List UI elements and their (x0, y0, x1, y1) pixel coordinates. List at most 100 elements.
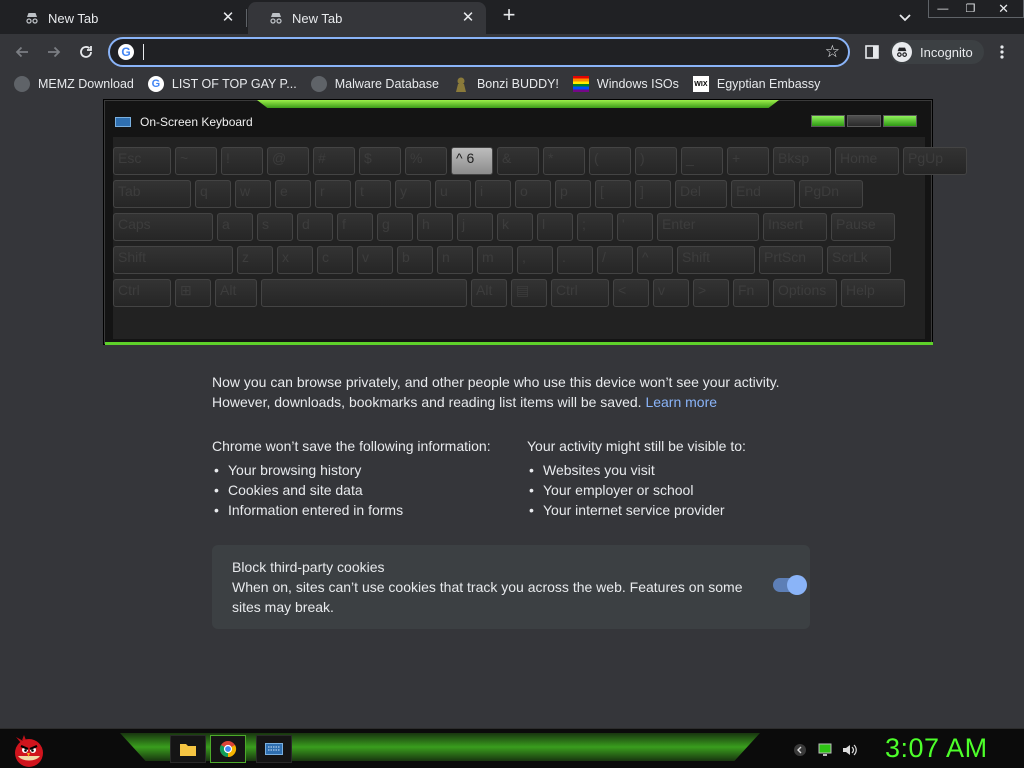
osk-key[interactable]: PgUp (903, 147, 967, 175)
osk-key[interactable]: . (557, 246, 593, 274)
omnibox-input[interactable] (144, 42, 804, 62)
tab-new-tab-1[interactable]: New Tab ✕ (4, 2, 246, 34)
bookmark-bonzi-buddy[interactable]: Bonzi BUDDY! (453, 76, 559, 92)
osk-maximize-button[interactable] (847, 115, 881, 127)
osk-key[interactable]: g (377, 213, 413, 241)
new-tab-button[interactable]: + (498, 4, 520, 27)
osk-key[interactable]: Alt (471, 279, 507, 307)
chevron-down-icon[interactable] (896, 8, 914, 26)
bookmark-malware-database[interactable]: Malware Database (310, 76, 439, 92)
taskbar-clock[interactable]: 3:07 AM (885, 733, 988, 764)
osk-key[interactable]: u (435, 180, 471, 208)
osk-key[interactable]: t (355, 180, 391, 208)
osk-key[interactable]: > (693, 279, 729, 307)
osk-key[interactable]: ^ 6 (451, 147, 493, 175)
start-button[interactable] (8, 731, 48, 768)
maximize-button[interactable]: ❐ (957, 0, 985, 17)
osk-key[interactable]: ; (577, 213, 613, 241)
osk-key[interactable]: Ctrl (551, 279, 609, 307)
osk-key[interactable]: a (217, 213, 253, 241)
tab-new-tab-2[interactable]: New Tab ✕ (248, 2, 486, 34)
osk-key[interactable]: Alt (215, 279, 257, 307)
osk-key[interactable]: c (317, 246, 353, 274)
osk-key[interactable]: b (397, 246, 433, 274)
forward-arrow-icon[interactable] (43, 41, 65, 63)
osk-key[interactable]: d (297, 213, 333, 241)
osk-key[interactable]: Pause (831, 213, 895, 241)
osk-key[interactable]: ▤ (511, 279, 547, 307)
osk-key[interactable]: ! (221, 147, 263, 175)
osk-key[interactable]: PrtScn (759, 246, 823, 274)
folder-icon[interactable] (170, 735, 206, 763)
osk-key[interactable]: ' (617, 213, 653, 241)
osk-key[interactable]: ) (635, 147, 677, 175)
keyboard-icon[interactable] (256, 735, 292, 763)
bookmark-egyptian-embassy[interactable]: WIX Egyptian Embassy (692, 76, 820, 92)
osk-key[interactable]: m (477, 246, 513, 274)
osk-key[interactable]: [ (595, 180, 631, 208)
osk-key[interactable]: < (613, 279, 649, 307)
osk-key[interactable]: ⊞ (175, 279, 211, 307)
tray-chevron-icon[interactable] (793, 743, 807, 757)
learn-more-link[interactable]: Learn more (645, 394, 717, 410)
network-icon[interactable] (818, 743, 832, 757)
osk-spacebar[interactable] (261, 279, 467, 307)
back-arrow-icon[interactable] (11, 41, 33, 63)
osk-key[interactable]: Shift (677, 246, 755, 274)
osk-key[interactable]: Insert (763, 213, 827, 241)
osk-minimize-button[interactable] (811, 115, 845, 127)
osk-key[interactable]: $ (359, 147, 401, 175)
osk-key[interactable]: ] (635, 180, 671, 208)
osk-key[interactable]: Caps (113, 213, 213, 241)
osk-key[interactable]: @ (267, 147, 309, 175)
osk-key[interactable]: Options (773, 279, 837, 307)
osk-key[interactable]: f (337, 213, 373, 241)
osk-key[interactable]: Home (835, 147, 899, 175)
osk-key[interactable]: l (537, 213, 573, 241)
osk-key[interactable]: Ctrl (113, 279, 171, 307)
osk-key[interactable]: + (727, 147, 769, 175)
osk-key[interactable]: , (517, 246, 553, 274)
osk-key[interactable]: & (497, 147, 539, 175)
osk-key[interactable]: e (275, 180, 311, 208)
bookmark-list-of-top[interactable]: G LIST OF TOP GAY P... (147, 76, 297, 92)
osk-key[interactable]: v (653, 279, 689, 307)
osk-key[interactable]: h (417, 213, 453, 241)
close-icon[interactable]: ✕ (220, 10, 236, 26)
more-menu-icon[interactable] (991, 41, 1013, 63)
osk-key[interactable]: _ (681, 147, 723, 175)
osk-key[interactable]: ScrLk (827, 246, 891, 274)
osk-close-button[interactable] (883, 115, 917, 127)
minimize-button[interactable]: — (929, 0, 957, 17)
osk-key[interactable]: s (257, 213, 293, 241)
osk-key[interactable]: z (237, 246, 273, 274)
profile-chip[interactable]: Incognito (890, 40, 984, 64)
osk-key[interactable]: ~ (175, 147, 217, 175)
osk-key[interactable]: Shift (113, 246, 233, 274)
osk-key[interactable]: x (277, 246, 313, 274)
osk-key[interactable]: p (555, 180, 591, 208)
osk-key[interactable]: Fn (733, 279, 769, 307)
osk-key[interactable]: o (515, 180, 551, 208)
reload-icon[interactable] (75, 41, 97, 63)
osk-key[interactable]: Bksp (773, 147, 831, 175)
osk-key[interactable]: Enter (657, 213, 759, 241)
osk-key[interactable]: ^ (637, 246, 673, 274)
side-panel-icon[interactable] (861, 41, 883, 63)
block-cookies-toggle[interactable] (773, 575, 807, 595)
osk-key[interactable]: Esc (113, 147, 171, 175)
osk-key[interactable]: / (597, 246, 633, 274)
osk-key[interactable]: n (437, 246, 473, 274)
osk-key[interactable]: End (731, 180, 795, 208)
osk-key[interactable]: j (457, 213, 493, 241)
osk-key[interactable]: PgDn (799, 180, 863, 208)
osk-key[interactable]: % (405, 147, 447, 175)
osk-key[interactable]: # (313, 147, 355, 175)
osk-key[interactable]: i (475, 180, 511, 208)
close-icon[interactable]: ✕ (460, 10, 476, 26)
osk-key[interactable]: y (395, 180, 431, 208)
osk-key[interactable]: ( (589, 147, 631, 175)
osk-key[interactable]: w (235, 180, 271, 208)
osk-key[interactable]: Del (675, 180, 727, 208)
chrome-icon[interactable] (210, 735, 246, 763)
